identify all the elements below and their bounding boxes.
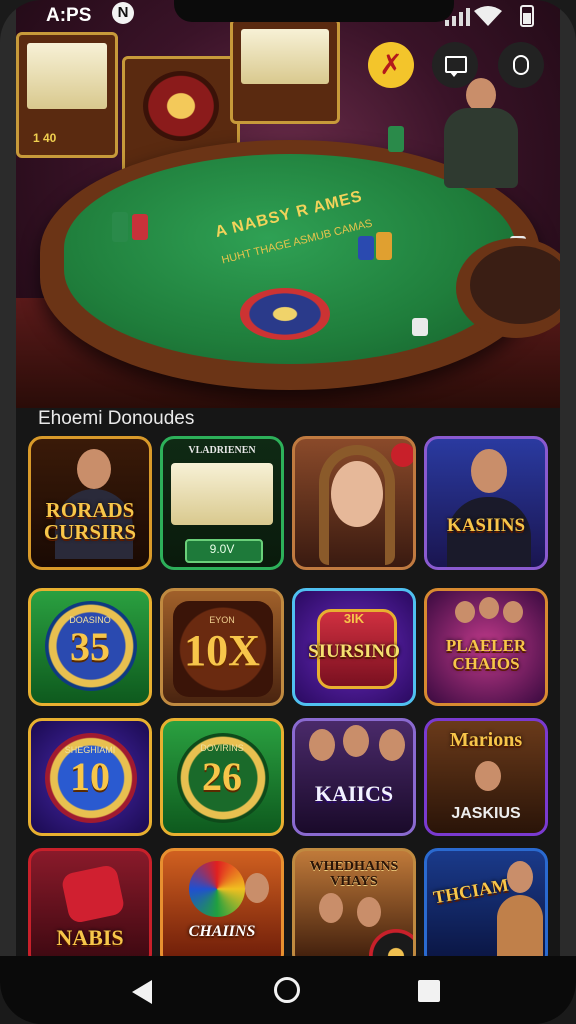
game-title: Marions bbox=[449, 729, 523, 751]
game-subtitle: EYON bbox=[209, 615, 235, 625]
slot-machine-left: 1 40 bbox=[16, 32, 118, 158]
game-tile[interactable]: NABIS bbox=[28, 848, 152, 968]
section-title: Ehoemi Donoudes bbox=[38, 408, 195, 429]
game-tile[interactable]: VLADRIENEN 9.0V bbox=[160, 436, 284, 570]
battery-icon bbox=[520, 5, 534, 27]
android-nav-bar bbox=[0, 956, 576, 1024]
back-icon[interactable] bbox=[132, 980, 152, 1004]
game-title: 10 bbox=[70, 754, 110, 799]
game-tile[interactable] bbox=[292, 436, 416, 570]
game-title: PLAELER CHAIOS bbox=[445, 636, 527, 673]
game-tile[interactable]: Marions JASKIUS bbox=[424, 718, 548, 836]
bug-icon[interactable] bbox=[498, 42, 544, 88]
game-tile[interactable]: RORADS CURSIRS bbox=[28, 436, 152, 570]
game-tile[interactable]: KASIINS bbox=[424, 436, 548, 570]
game-title: SIURSINO bbox=[308, 641, 400, 662]
game-tile[interactable]: CHAIINS bbox=[160, 848, 284, 968]
wifi-icon bbox=[474, 6, 502, 26]
game-tile[interactable]: 3IK SIURSINO bbox=[292, 588, 416, 706]
game-tile[interactable]: DOASINO 35 bbox=[28, 588, 152, 706]
chip-stack bbox=[358, 236, 374, 260]
phone-frame: 1 40 A NABSY R AMES HUHT THAGE ASMUB CAM… bbox=[0, 0, 576, 1024]
game-tile[interactable]: KAIICS bbox=[292, 718, 416, 836]
chat-icon[interactable] bbox=[432, 42, 478, 88]
chip-stack bbox=[132, 214, 148, 240]
app-notification-icon: N bbox=[112, 2, 134, 24]
game-tile[interactable]: SHEGHIAMI 10 bbox=[28, 718, 152, 836]
chip-stack bbox=[376, 232, 392, 260]
game-title: 26 bbox=[202, 754, 242, 799]
game-title: KAIICS bbox=[314, 781, 394, 806]
status-time: A:PS bbox=[46, 5, 92, 26]
game-tile[interactable]: WHEDHAINS VHAYS bbox=[292, 848, 416, 968]
game-title: WHEDHAINS VHAYS bbox=[309, 859, 399, 889]
dealer-figure bbox=[426, 78, 518, 188]
chip-stack bbox=[412, 318, 428, 336]
game-title: KASIINS bbox=[446, 515, 526, 536]
game-tile[interactable]: THCIAM bbox=[424, 848, 548, 968]
side-table-felt bbox=[470, 246, 560, 324]
game-title: 35 bbox=[70, 624, 110, 669]
recent-apps-icon[interactable] bbox=[418, 980, 440, 1002]
hero-banner[interactable]: 1 40 A NABSY R AMES HUHT THAGE ASMUB CAM… bbox=[16, 0, 560, 408]
game-title: 10X bbox=[184, 626, 260, 675]
game-tile[interactable]: EYON 10X bbox=[160, 588, 284, 706]
game-subtitle: JASKIUS bbox=[451, 805, 521, 822]
camera-notch bbox=[174, 0, 454, 22]
game-value: 9.0V bbox=[209, 542, 235, 556]
home-icon[interactable] bbox=[274, 977, 300, 1003]
brand-logo-icon[interactable]: ✗ bbox=[368, 42, 414, 88]
game-title: VLADRIENEN bbox=[188, 445, 256, 456]
game-tile[interactable]: PLAELER CHAIOS bbox=[424, 588, 548, 706]
game-subtitle: DOVIRINS bbox=[200, 743, 244, 753]
game-subtitle: 3IK bbox=[343, 611, 365, 626]
table-emblem bbox=[240, 288, 330, 340]
chip-stack bbox=[112, 212, 128, 242]
game-tile[interactable]: DOVIRINS 26 bbox=[160, 718, 284, 836]
chip-stack bbox=[388, 126, 404, 152]
slot-label: 1 40 bbox=[33, 131, 57, 145]
screen: 1 40 A NABSY R AMES HUHT THAGE ASMUB CAM… bbox=[16, 0, 560, 1024]
game-title: RORADS CURSIRS bbox=[43, 498, 137, 544]
game-title: CHAIINS bbox=[188, 923, 256, 940]
game-title: NABIS bbox=[56, 925, 124, 950]
